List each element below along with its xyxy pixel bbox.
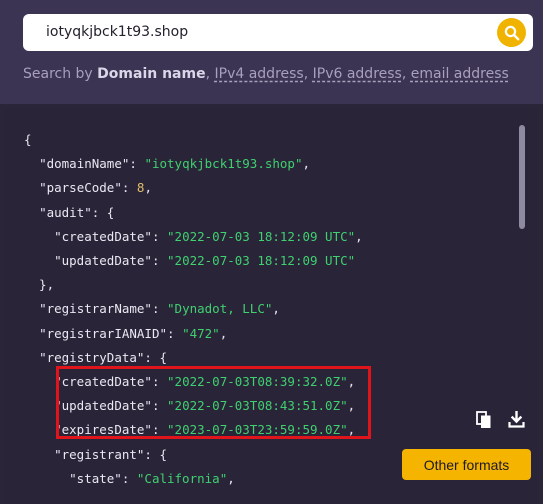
hint-option-ipv4[interactable]: IPv4 address <box>215 66 304 82</box>
copy-icon <box>476 411 491 428</box>
hint-option-ipv6[interactable]: IPv6 address <box>313 66 402 82</box>
json-punctuation: , <box>355 228 363 244</box>
code-line: "state": "California", <box>24 467 363 491</box>
json-punctuation: : <box>151 228 168 244</box>
highlight-box <box>56 366 371 439</box>
json-punctuation: , <box>272 301 280 317</box>
json-string-value: "2022-07-03 18:12:09 UTC" <box>167 228 356 244</box>
code-line: }, <box>24 273 363 297</box>
json-punctuation <box>24 350 39 365</box>
code-line: { <box>24 128 363 152</box>
json-punctuation: : <box>151 301 168 317</box>
code-line: "domainName": "iotyqkjbck1t93.shop", <box>24 152 363 176</box>
json-punctuation: , <box>302 156 311 172</box>
json-punctuation: , <box>227 470 235 486</box>
json-punctuation: , <box>144 180 152 196</box>
json-punctuation <box>24 253 54 268</box>
json-key: "updatedDate" <box>54 253 152 269</box>
json-punctuation: : { <box>144 446 167 462</box>
whois-json-panel: { "domainName": "iotyqkjbck1t93.shop", "… <box>4 109 539 504</box>
code-line: "registrant": { <box>24 443 363 467</box>
json-punctuation <box>24 180 39 195</box>
download-icon <box>508 410 525 428</box>
json-punctuation: : <box>167 325 183 341</box>
code-line: "createdDate": "2022-07-03 18:12:09 UTC"… <box>24 225 363 249</box>
json-punctuation: , <box>219 325 228 341</box>
json-string-value: "California" <box>136 470 228 486</box>
json-punctuation <box>24 398 54 413</box>
json-key: "registrarIANAID" <box>39 325 167 341</box>
search-hint: Search by Domain name, IPv4 address, IPv… <box>23 66 509 82</box>
json-key: "audit" <box>39 204 92 220</box>
hint-sep: , <box>303 66 313 82</box>
code-line: "registrarName": "Dynadot, LLC", <box>24 297 363 321</box>
code-line: "updatedDate": "2022-07-03 18:12:09 UTC" <box>24 249 363 273</box>
hint-sep: , <box>401 66 411 82</box>
json-punctuation <box>24 447 54 462</box>
scrollbar-thumb[interactable] <box>519 125 525 229</box>
other-formats-button[interactable]: Other formats <box>402 449 531 480</box>
json-key: "registrarName" <box>39 301 152 317</box>
code-line: "audit": { <box>24 201 363 225</box>
json-key: "parseCode" <box>39 180 122 196</box>
json-key: "registryData" <box>39 349 145 365</box>
json-punctuation: }, <box>24 277 55 293</box>
search-header: iotyqkjbck1t93.shop Search by Domain nam… <box>0 0 543 104</box>
json-key: "domainName" <box>39 156 130 172</box>
hint-sep: , <box>205 66 215 82</box>
json-punctuation <box>24 301 39 316</box>
code-line: "parseCode": 8, <box>24 176 363 200</box>
json-punctuation <box>24 471 69 486</box>
copy-button[interactable] <box>476 411 496 433</box>
json-string-value: "Dynadot, LLC" <box>167 301 273 317</box>
json-punctuation <box>24 326 39 341</box>
search-input[interactable]: iotyqkjbck1t93.shop <box>23 14 533 51</box>
json-key: "createdDate" <box>54 228 152 244</box>
json-punctuation <box>24 156 39 171</box>
hint-option-email[interactable]: email address <box>411 66 509 82</box>
json-key: "state" <box>69 470 122 486</box>
hint-prefix: Search by <box>23 66 98 82</box>
json-punctuation <box>24 374 54 389</box>
json-punctuation: : { <box>144 349 167 365</box>
search-icon <box>504 25 519 40</box>
code-line: "registrarIANAID": "472", <box>24 322 363 346</box>
json-key: "registrant" <box>54 446 145 462</box>
json-punctuation: : <box>121 470 137 486</box>
download-button[interactable] <box>508 410 528 433</box>
json-punctuation: : <box>121 180 137 196</box>
json-punctuation <box>24 229 54 244</box>
json-punctuation <box>24 422 54 437</box>
hint-domain-name: Domain name <box>97 66 206 82</box>
json-punctuation: : <box>129 156 145 172</box>
search-input-value[interactable]: iotyqkjbck1t93.shop <box>46 24 188 40</box>
json-string-value: "472" <box>182 325 220 341</box>
json-punctuation: { <box>24 132 32 147</box>
json-string-value: "iotyqkjbck1t93.shop" <box>144 156 303 172</box>
json-punctuation: : <box>151 253 168 269</box>
json-punctuation: : { <box>91 204 115 220</box>
json-string-value: "2022-07-03 18:12:09 UTC" <box>167 253 356 269</box>
json-punctuation <box>24 205 39 220</box>
search-button[interactable] <box>497 18 526 47</box>
